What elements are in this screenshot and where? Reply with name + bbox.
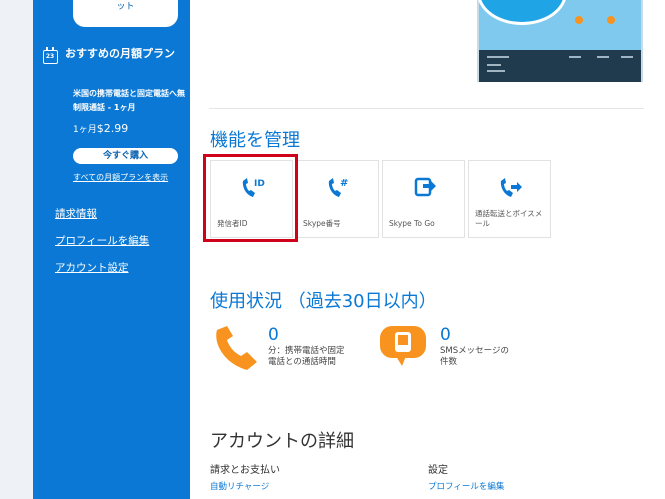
highlight-box [203,154,298,242]
settings-label: 設定 [428,465,448,476]
sidebar: クレジットと特典のメリット 23 おすすめの月額プラン 米国の携帯電話と固定電話… [33,0,190,499]
tile-skype-to-go[interactable]: Skype To Go [382,160,465,238]
call-forwarding-icon [500,178,522,197]
tile-call-forwarding[interactable]: 通話転送とボイスメール [468,160,551,238]
sidebar-link-billing[interactable]: 請求情報 [55,206,97,221]
skype-logo-circle [477,0,567,25]
billing-label: 請求とお支払い [210,465,280,476]
tile-skype-number[interactable]: # Skype番号 [296,160,379,238]
tile-label: 通話転送とボイスメール [475,209,543,228]
plan-description: 米国の携帯電話と固定電話へ無制限通話 - 1ヶ月 [73,89,185,112]
edit-profile-link[interactable]: プロフィールを編集 [428,480,504,492]
promo-banner-image [477,0,643,82]
plan-price: 1ヶ月$2.99 [73,122,129,135]
calls-count: 0 [268,325,279,345]
all-plans-link[interactable]: すべての月額プランを表示 [73,172,183,184]
plan-title: おすすめの月額プラン [65,47,175,60]
wifi-icon [607,16,615,24]
status-dot [575,16,583,24]
sms-label: SMSメッセージの件数 [440,346,509,367]
left-gutter [0,0,33,499]
skype-number-icon: # [328,178,348,197]
banner-strip [479,50,641,82]
buy-now-button[interactable]: 今すぐ購入 [73,148,178,164]
usage-title: 使用状況 （過去30日以内） [210,291,437,312]
calendar-icon: 23 [43,47,58,64]
svg-text:#: # [340,178,348,189]
divider [209,108,644,109]
calls-label: 分：携帯電話や固定電話との通話時間 [268,346,345,367]
tile-label: Skype番号 [303,219,341,228]
phone-icon [216,326,257,370]
tile-label: Skype To Go [389,219,435,228]
skype-to-go-icon [414,177,436,197]
sms-count: 0 [440,325,451,345]
sidebar-link-account-settings[interactable]: アカウント設定 [55,260,129,275]
manage-features-title: 機能を管理 [210,130,300,151]
sms-icon [380,326,426,366]
promo-button[interactable]: クレジットと特典のメリット [73,0,178,27]
auto-recharge-link[interactable]: 自動リチャージ [210,480,269,492]
account-details-title: アカウントの詳細 [210,431,354,452]
sidebar-link-edit-profile[interactable]: プロフィールを編集 [55,233,149,248]
